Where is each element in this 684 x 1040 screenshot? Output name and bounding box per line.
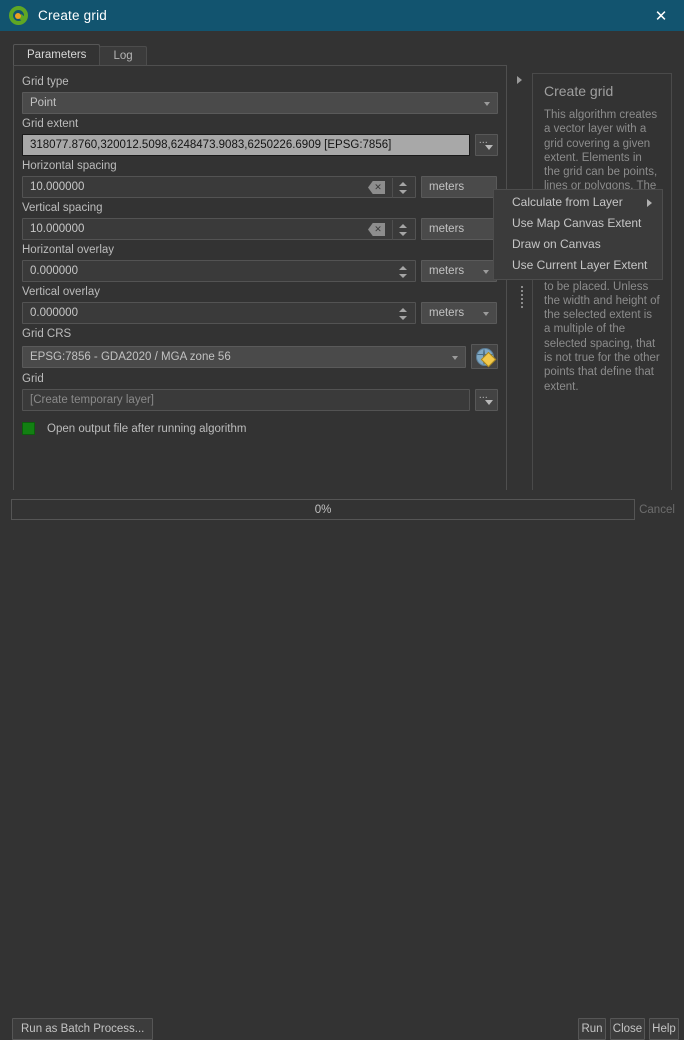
open-output-row: Open output file after running algorithm (22, 422, 498, 435)
window-title: Create grid (38, 8, 107, 23)
menu-item-use-current-layer-extent[interactable]: Use Current Layer Extent (494, 255, 662, 276)
vertical-spacing-unit-combo[interactable]: meters (421, 218, 497, 240)
help-button[interactable]: Help (649, 1018, 679, 1040)
grid-extent-context-menu: Calculate from Layer Use Map Canvas Exte… (493, 189, 663, 280)
clear-icon[interactable]: ✕ (368, 223, 385, 236)
qgis-logo-icon (9, 6, 28, 25)
grid-extent-input[interactable]: 318077.8760,320012.5098,6248473.9083,625… (22, 134, 470, 156)
stepper-up-icon[interactable] (399, 266, 407, 270)
stepper-down-icon[interactable] (399, 274, 407, 278)
grid-type-combo[interactable]: Point (22, 92, 498, 114)
close-icon[interactable]: ✕ (638, 0, 684, 31)
title-bar: Create grid ✕ (0, 0, 684, 31)
stepper-down-icon[interactable] (399, 232, 407, 236)
horizontal-spacing-input[interactable]: 10.000000 ✕ (22, 176, 416, 198)
horizontal-overlay-row: 0.000000 meters (22, 260, 498, 282)
parameters-panel: Grid type Point Grid extent 318077.8760,… (13, 65, 507, 499)
grid-extent-value: 318077.8760,320012.5098,6248473.9083,625… (30, 139, 392, 151)
menu-item-label: Use Map Canvas Extent (512, 216, 642, 230)
stepper-up-icon[interactable] (399, 224, 407, 228)
panel-splitter-handle[interactable] (519, 286, 525, 308)
tab-parameters[interactable]: Parameters (13, 44, 101, 66)
close-button[interactable]: Close (610, 1018, 645, 1040)
submenu-arrow-icon (647, 199, 652, 207)
progress-text: 0% (314, 503, 332, 516)
open-output-label: Open output file after running algorithm (47, 422, 247, 435)
vertical-spacing-unit: meters (429, 223, 465, 235)
algorithm-help-panel: Create grid This algorithm creates a vec… (532, 73, 672, 492)
run-as-batch-process-button[interactable]: Run as Batch Process... (12, 1018, 154, 1040)
vertical-spacing-value: 10.000000 (30, 223, 85, 235)
menu-item-use-map-canvas-extent[interactable]: Use Map Canvas Extent (494, 213, 662, 234)
stepper-down-icon[interactable] (399, 190, 407, 194)
chevron-down-icon (483, 312, 489, 316)
chevron-down-icon (452, 355, 459, 360)
tab-log[interactable]: Log (99, 46, 147, 66)
horizontal-spacing-unit-combo[interactable]: meters (421, 176, 497, 198)
stepper-down-icon[interactable] (399, 316, 407, 320)
cancel-button[interactable]: Cancel (639, 499, 675, 520)
menu-item-calculate-from-layer[interactable]: Calculate from Layer (494, 192, 662, 213)
menu-item-label: Draw on Canvas (512, 237, 601, 251)
vertical-overlay-unit: meters (429, 307, 465, 319)
vertical-overlay-row: 0.000000 meters (22, 302, 498, 324)
grid-output-label: Grid (22, 373, 44, 385)
select-crs-globe-icon[interactable] (471, 344, 498, 369)
stepper-up-icon[interactable] (399, 182, 407, 186)
menu-item-label: Use Current Layer Extent (512, 258, 648, 272)
vertical-overlay-value: 0.000000 (30, 307, 78, 319)
horizontal-overlay-unit-combo[interactable]: meters (421, 260, 497, 282)
horizontal-spacing-value: 10.000000 (30, 181, 85, 193)
stepper-up-icon[interactable] (399, 308, 407, 312)
horizontal-overlay-unit: meters (429, 265, 465, 277)
chevron-down-icon (483, 270, 489, 274)
grid-output-row: [Create temporary layer] (22, 389, 498, 411)
grid-crs-label: Grid CRS (22, 328, 72, 340)
vertical-overlay-label: Vertical overlay (22, 286, 100, 298)
grid-crs-row: EPSG:7856 - GDA2020 / MGA zone 56 (22, 344, 498, 369)
create-grid-dialog: Create grid ✕ Parameters Log Grid type P… (0, 0, 684, 1040)
horizontal-spacing-unit: meters (429, 181, 465, 193)
expand-panel-arrow-icon[interactable] (515, 74, 525, 86)
vertical-overlay-unit-combo[interactable]: meters (421, 302, 497, 324)
horizontal-spacing-label: Horizontal spacing (22, 160, 117, 172)
vertical-spacing-label: Vertical spacing (22, 202, 103, 214)
dialog-body: Parameters Log Grid type Point Grid exte… (0, 31, 684, 499)
horizontal-overlay-value: 0.000000 (30, 265, 78, 277)
open-output-checkbox[interactable] (22, 422, 35, 435)
menu-item-label: Calculate from Layer (512, 195, 623, 209)
chevron-down-icon (484, 102, 490, 106)
vertical-overlay-input[interactable]: 0.000000 (22, 302, 416, 324)
grid-output-placeholder: [Create temporary layer] (30, 394, 154, 406)
menu-item-draw-on-canvas[interactable]: Draw on Canvas (494, 234, 662, 255)
horizontal-overlay-label: Horizontal overlay (22, 244, 115, 256)
clear-icon[interactable]: ✕ (368, 181, 385, 194)
vertical-spacing-row: 10.000000 ✕ meters (22, 218, 498, 240)
grid-output-browse-button[interactable] (474, 389, 498, 411)
horizontal-spacing-row: 10.000000 ✕ meters (22, 176, 498, 198)
help-title: Create grid (544, 83, 614, 99)
grid-crs-value: EPSG:7856 - GDA2020 / MGA zone 56 (30, 350, 231, 363)
grid-extent-label: Grid extent (22, 118, 79, 130)
grid-extent-row: 318077.8760,320012.5098,6248473.9083,625… (22, 134, 498, 156)
grid-output-input[interactable]: [Create temporary layer] (22, 389, 470, 411)
horizontal-overlay-input[interactable]: 0.000000 (22, 260, 416, 282)
tab-bar: Parameters Log (13, 44, 147, 66)
vertical-spacing-input[interactable]: 10.000000 ✕ (22, 218, 416, 240)
grid-type-label: Grid type (22, 76, 69, 88)
run-button[interactable]: Run (578, 1018, 606, 1040)
grid-crs-combo[interactable]: EPSG:7856 - GDA2020 / MGA zone 56 (22, 345, 467, 368)
grid-extent-menu-button[interactable] (474, 134, 498, 156)
bottom-bar: 0% Cancel Run as Batch Process... Run Cl… (0, 490, 684, 1040)
grid-type-value: Point (30, 97, 57, 109)
progress-bar: 0% (11, 499, 635, 520)
